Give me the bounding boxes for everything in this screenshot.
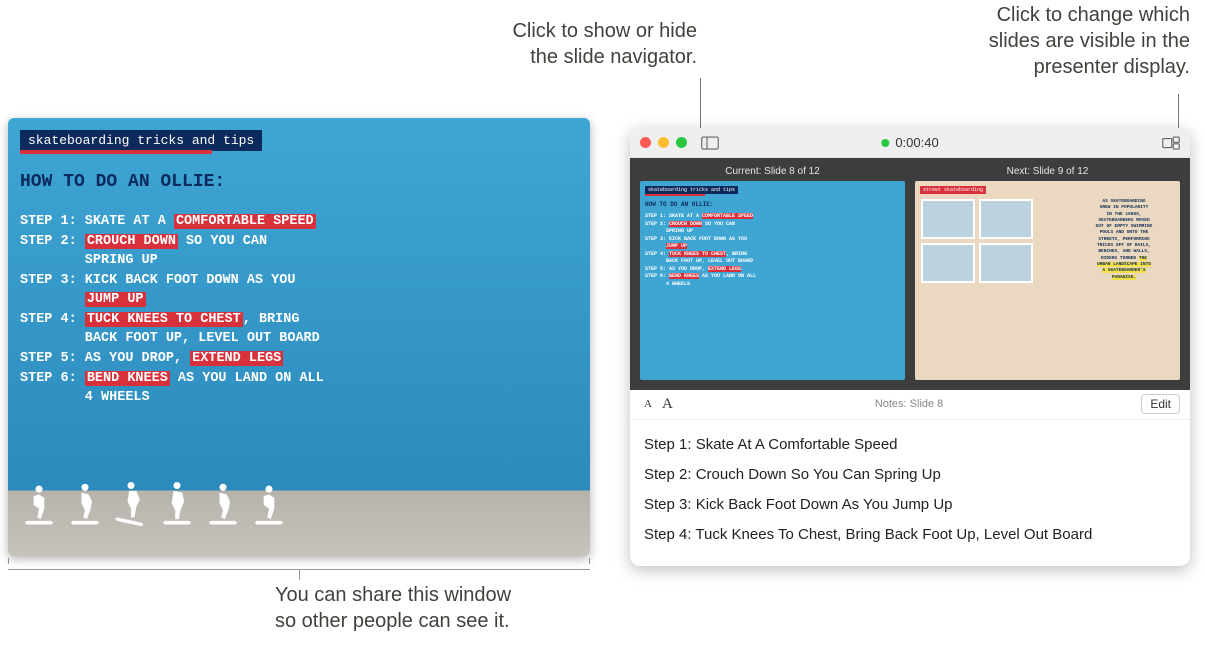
main-slideshow-window[interactable]: skateboarding tricks and tips HOW TO DO … [8,118,590,556]
thumb-heading: HOW TO DO AN OLLIE: [645,201,713,208]
current-label: Current: Slide 8 of 12 [640,166,905,177]
next-preview[interactable]: Next: Slide 9 of 12 street skateboarding… [915,166,1180,380]
share-bracket [8,564,590,570]
layout-button[interactable] [1162,136,1180,150]
note-line: Step 4: Tuck Knees To Chest, Bring Back … [644,520,1176,550]
current-preview[interactable]: Current: Slide 8 of 12 skateboarding tri… [640,166,905,380]
next-thumb[interactable]: street skateboarding AS SKATEBOARDINGGRE… [915,181,1180,380]
slide-heading: HOW TO DO AN OLLIE: [20,172,225,192]
thumb-underline [645,194,705,196]
timer: 0:00:40 [881,135,938,150]
next-text: AS SKATEBOARDINGGREW IN POPULARITYIN THE… [1074,199,1174,281]
zoom-icon[interactable] [676,137,687,148]
font-smaller-button[interactable]: A [640,396,656,412]
minimize-icon[interactable] [658,137,669,148]
skater-silhouettes [20,482,288,528]
recording-dot-icon [881,139,889,147]
notes-title: Notes: Slide 8 [677,398,1142,410]
thumb-band: skateboarding tricks and tips [645,186,738,194]
timer-value: 0:00:40 [895,135,938,150]
callout-layout: Click to change whichslides are visible … [870,2,1190,80]
preview-row: Current: Slide 8 of 12 skateboarding tri… [630,158,1190,390]
slide-steps: STEP 1: SKATE AT A COMFORTABLE SPEEDSTEP… [20,212,380,408]
titlebar: 0:00:40 [630,128,1190,158]
layout-icon [1162,136,1180,150]
presenter-display-window: 0:00:40 Current: Slide 8 of 12 skateboar… [630,128,1190,566]
navigator-toggle-button[interactable] [701,136,719,150]
next-label: Next: Slide 9 of 12 [915,166,1180,177]
notes-body[interactable]: Step 1: Skate At A Comfortable Speed Ste… [630,420,1190,566]
next-band: street skateboarding [920,186,986,194]
slide-underline [20,150,212,154]
font-larger-button[interactable]: A [658,394,677,415]
note-line: Step 3: Kick Back Foot Down As You Jump … [644,490,1176,520]
callout-navigator: Click to show or hidethe slide navigator… [417,18,697,70]
note-line: Step 1: Skate At A Comfortable Speed [644,430,1176,460]
slide-title-band: skateboarding tricks and tips [20,130,262,151]
edit-button[interactable]: Edit [1141,394,1180,414]
next-collage [921,199,1041,283]
callout-share: You can share this windowso other people… [275,582,575,634]
notes-toolbar: A A Notes: Slide 8 Edit [630,390,1190,420]
sidebar-icon [701,136,719,150]
close-icon[interactable] [640,137,651,148]
note-line: Step 2: Crouch Down So You Can Spring Up [644,460,1176,490]
thumb-steps: STEP 1: SKATE AT A COMFORTABLE SPEEDSTEP… [645,213,785,288]
window-controls[interactable] [640,137,687,148]
current-thumb[interactable]: skateboarding tricks and tips HOW TO DO … [640,181,905,380]
